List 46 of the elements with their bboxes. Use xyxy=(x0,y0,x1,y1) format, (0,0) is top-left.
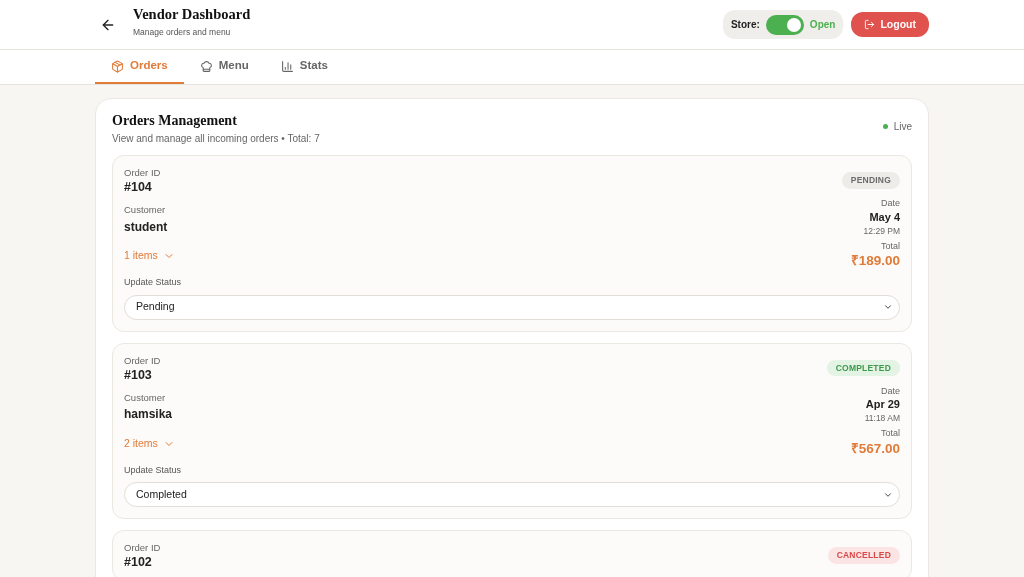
tab[interactable]: Orders xyxy=(95,50,184,84)
panel-subtitle: View and manage all incoming orders • Total: 7 xyxy=(112,132,320,146)
status-select[interactable]: Pending xyxy=(124,294,900,320)
panel-title: Orders Management xyxy=(112,112,238,130)
logout-button[interactable]: Logout xyxy=(851,12,929,37)
status-select[interactable]: Completed xyxy=(124,482,900,507)
order-id-label: Order ID xyxy=(124,166,161,180)
order-id-label: Order ID xyxy=(124,541,161,555)
total-label: Total xyxy=(880,427,900,440)
total-label: Total xyxy=(880,239,900,253)
order-id-label: Order ID xyxy=(124,353,161,368)
order-time: 11:18 AM xyxy=(864,412,900,425)
chevron-down-icon xyxy=(883,302,893,312)
tab[interactable]: Menu xyxy=(183,50,265,84)
date-label: Date xyxy=(880,384,900,398)
order-time: 12:29 PM xyxy=(863,224,900,238)
chef-hat-icon xyxy=(199,59,213,73)
order-id: #102 xyxy=(124,555,153,570)
package-icon xyxy=(111,59,124,73)
order-id: #103 xyxy=(124,367,153,382)
status-badge: PENDING xyxy=(841,172,900,189)
tab[interactable]: Stats xyxy=(264,50,344,84)
order-total: ₹189.00 xyxy=(850,253,900,269)
update-status-label: Update Status xyxy=(124,276,183,289)
page-title: Vendor Dashboard xyxy=(133,5,251,25)
items-toggle[interactable]: 2 items xyxy=(124,435,175,452)
order-total: ₹567.00 xyxy=(850,440,900,457)
store-toggle[interactable] xyxy=(765,14,804,35)
status-badge: CANCELLED xyxy=(827,547,900,564)
customer-name: student xyxy=(124,218,168,236)
order-id: #104 xyxy=(124,180,153,195)
customer-label: Customer xyxy=(124,390,167,405)
live-label: Live xyxy=(893,120,912,134)
customer-name: hamsika xyxy=(124,406,173,423)
bar-chart-icon xyxy=(280,59,294,73)
status-badge: COMPLETED xyxy=(826,359,900,377)
store-state: Open xyxy=(809,18,836,32)
order-date: Apr 29 xyxy=(864,398,900,411)
order-date: May 4 xyxy=(868,210,900,223)
date-label: Date xyxy=(880,197,900,211)
page-subtitle: Manage orders and menu xyxy=(133,26,232,39)
items-toggle[interactable]: 1 items xyxy=(124,248,175,264)
update-status-label: Update Status xyxy=(124,463,183,477)
logout-icon xyxy=(864,19,876,30)
customer-label: Customer xyxy=(124,203,167,218)
store-label: Store: xyxy=(730,18,760,32)
